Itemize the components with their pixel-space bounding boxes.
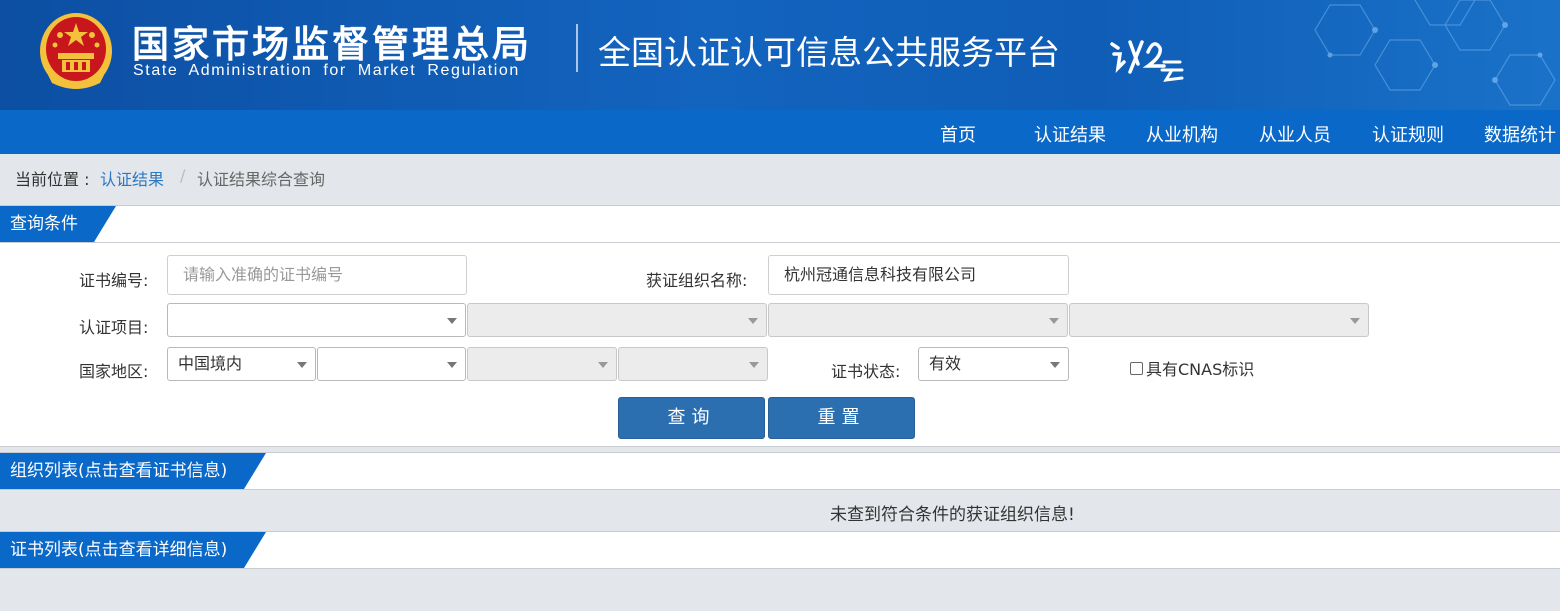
national-emblem-icon: [40, 13, 112, 89]
renyun-logo-icon: [1110, 40, 1184, 82]
nav-item-cert-results[interactable]: 认证结果: [1034, 121, 1106, 147]
org-name-label: 获证组织名称:: [646, 271, 748, 290]
cnas-checkbox-label: 具有CNAS标识: [1146, 360, 1255, 379]
nav-item-personnel[interactable]: 从业人员: [1259, 121, 1331, 147]
agency-name-en: State Administration for Market Regulati…: [133, 62, 520, 79]
breadcrumb-link-cert-results[interactable]: 认证结果: [100, 166, 164, 190]
cnas-checkbox[interactable]: 具有CNAS标识: [1130, 356, 1254, 380]
region-select-4[interactable]: [618, 347, 768, 381]
region-select-3[interactable]: [467, 347, 617, 381]
main-nav: 首页 认证结果 从业机构 从业人员 认证规则 数据统计: [0, 110, 1560, 154]
chevron-down-icon: [297, 362, 307, 368]
org-list-title: 组织列表(点击查看证书信息): [0, 453, 266, 489]
hexagon-pattern-decoration: [1314, 0, 1556, 106]
status-select-value: 有效: [929, 354, 962, 373]
project-select-2[interactable]: [467, 303, 767, 337]
nav-item-cert-rules[interactable]: 认证规则: [1372, 121, 1444, 147]
cert-no-label: 证书编号:: [79, 271, 149, 290]
chevron-down-icon: [1050, 362, 1060, 368]
cert-list-section-bar: 证书列表(点击查看详细信息): [0, 531, 1560, 569]
breadcrumb-current: 认证结果综合查询: [197, 170, 326, 189]
region-select-1[interactable]: 中国境内: [167, 347, 316, 381]
nav-item-institutions[interactable]: 从业机构: [1146, 121, 1218, 147]
chevron-down-icon: [749, 362, 759, 368]
chevron-down-icon: [1049, 318, 1059, 324]
header-divider: [576, 24, 578, 72]
cert-list-title: 证书列表(点击查看详细信息): [0, 532, 266, 568]
region-label: 国家地区:: [79, 362, 149, 381]
org-list-empty-message: 未查到符合条件的获证组织信息!: [830, 505, 1075, 525]
chevron-down-icon: [447, 362, 457, 368]
chevron-down-icon: [748, 318, 758, 324]
project-select-3[interactable]: [768, 303, 1068, 337]
site-header: 国家市场监督管理总局 State Administration for Mark…: [0, 0, 1560, 110]
checkbox-icon[interactable]: [1130, 361, 1143, 375]
region-select-2[interactable]: [317, 347, 466, 381]
breadcrumb: 当前位置 : 认证结果 / 认证结果综合查询: [0, 154, 1560, 206]
region-select-value: 中国境内: [178, 354, 243, 373]
nav-item-home[interactable]: 首页: [940, 121, 976, 147]
platform-name: 全国认证认可信息公共服务平台: [598, 33, 1060, 72]
reset-button[interactable]: 重置: [768, 397, 915, 439]
chevron-down-icon: [1350, 318, 1360, 324]
query-form: 证书编号: 请输入准确的证书编号 获证组织名称: 杭州冠通信息科技有限公司 认证…: [0, 243, 1560, 447]
chevron-down-icon: [598, 362, 608, 368]
project-label: 认证项目:: [79, 318, 149, 337]
project-select-1[interactable]: [167, 303, 466, 337]
org-list-section-bar: 组织列表(点击查看证书信息): [0, 452, 1560, 490]
chevron-down-icon: [447, 318, 457, 324]
query-button[interactable]: 查询: [618, 397, 765, 439]
status-label: 证书状态:: [831, 362, 901, 381]
nav-item-statistics[interactable]: 数据统计: [1484, 121, 1556, 147]
breadcrumb-separator: /: [180, 166, 186, 185]
agency-name-cn: 国家市场监督管理总局: [132, 23, 532, 66]
breadcrumb-prefix: 当前位置 :: [15, 170, 90, 189]
status-select[interactable]: 有效: [918, 347, 1069, 381]
cert-no-input[interactable]: 请输入准确的证书编号: [167, 255, 467, 295]
project-select-4[interactable]: [1069, 303, 1369, 337]
org-name-input[interactable]: 杭州冠通信息科技有限公司: [768, 255, 1069, 295]
org-list-empty-row: 未查到符合条件的获证组织信息!: [0, 490, 1560, 530]
query-section-bar: 查询条件: [0, 205, 1560, 243]
query-section-title: 查询条件: [0, 206, 116, 242]
